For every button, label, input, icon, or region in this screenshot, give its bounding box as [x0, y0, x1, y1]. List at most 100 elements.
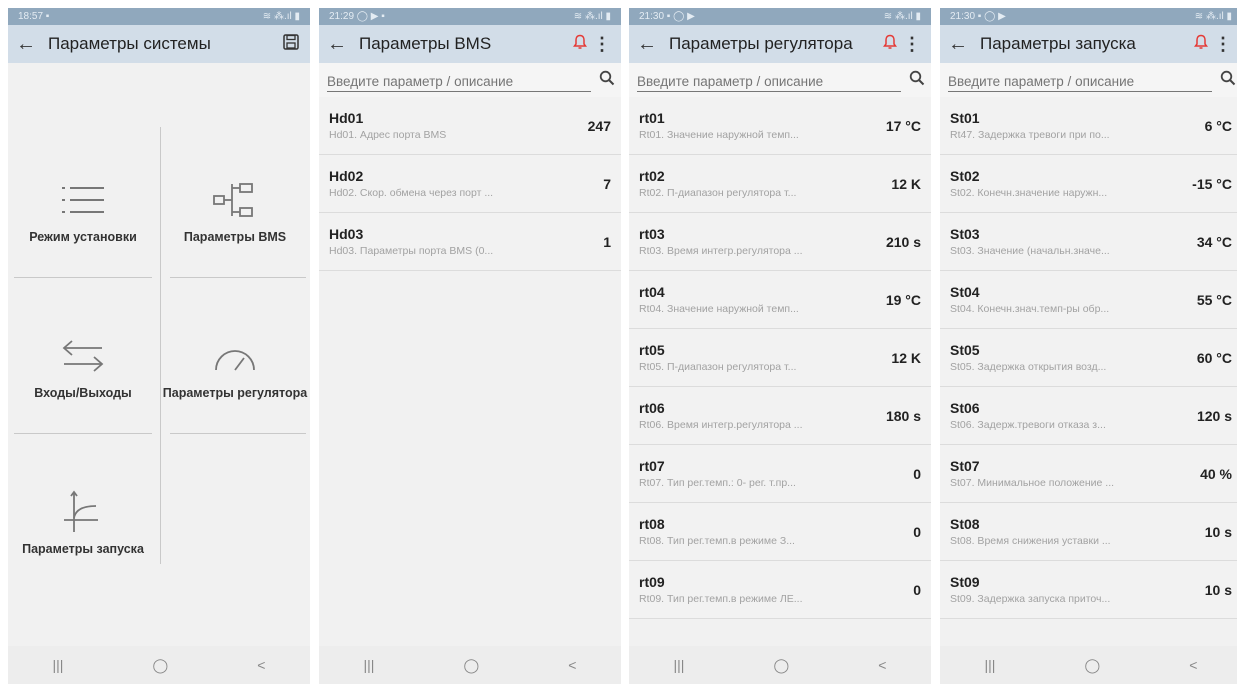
param-row[interactable]: St01 Rt47. Задержка тревоги при по... 6 °C: [940, 97, 1237, 155]
status-bar: 18:57 ▪ ≋ ⁂.ıl ▮: [8, 8, 310, 25]
more-options-icon[interactable]: ⋮: [1212, 34, 1234, 55]
param-row[interactable]: St02 St02. Конечн.значение наружн... -15 °…: [940, 155, 1237, 213]
param-row[interactable]: rt01 Rt01. Значение наружной темп... 17 °C: [629, 97, 931, 155]
recent-apps-icon[interactable]: |||: [674, 657, 685, 673]
arrows-icon: [8, 326, 158, 386]
param-description: St03. Значение (начальн.значе...: [950, 245, 1110, 257]
search-icon[interactable]: [1212, 70, 1236, 91]
back-arrow-icon[interactable]: ←: [637, 33, 663, 56]
home-icon[interactable]: ◯: [774, 657, 790, 674]
tile-label: Режим установки: [29, 230, 137, 244]
param-code: Hd02: [329, 168, 364, 184]
param-row[interactable]: rt06 Rt06. Время интегр.регулятора ... 180…: [629, 387, 931, 445]
param-description: Rt04. Значение наружной темп...: [639, 303, 799, 315]
param-text: rt03 Rt03. Время интегр.регулятора ...: [639, 226, 878, 257]
param-code: rt01: [639, 110, 665, 126]
param-row[interactable]: rt03 Rt03. Время интегр.регулятора ... 210…: [629, 213, 931, 271]
param-description: Rt47. Задержка тревоги при по...: [950, 129, 1110, 141]
back-arrow-icon[interactable]: ←: [327, 33, 353, 56]
bell-icon[interactable]: [879, 34, 901, 54]
param-value: 34 °C: [1196, 233, 1232, 250]
param-row[interactable]: St09 St09. Задержка запуска приточ... 10 s: [940, 561, 1237, 619]
status-icons: ≋ ⁂.ıl ▮: [573, 11, 611, 22]
param-row[interactable]: rt08 Rt08. Тип рег.темп.в режиме З... 0: [629, 503, 931, 561]
param-text: rt02 Rt02. П-диапазон регулятора т...: [639, 168, 883, 199]
param-row[interactable]: St03 St03. Значение (начальн.значе... 34 °…: [940, 213, 1237, 271]
nav-back-icon[interactable]: <: [878, 657, 886, 673]
param-row[interactable]: Hd02 Hd02. Скор. обмена через порт ... 7: [319, 155, 621, 213]
param-description: Hd03. Параметры порта BMS (0...: [329, 245, 494, 257]
param-value: 180 s: [885, 407, 921, 424]
param-code: St01: [950, 110, 980, 126]
tile-label: Параметры запуска: [22, 542, 144, 556]
param-row[interactable]: rt02 Rt02. П-диапазон регулятора т... 12 K: [629, 155, 931, 213]
param-description: Rt03. Время интегр.регулятора ...: [639, 245, 803, 257]
param-description: St04. Конечн.знач.темп-ры обр...: [950, 303, 1110, 315]
recent-apps-icon[interactable]: |||: [364, 657, 375, 673]
param-text: rt09 Rt09. Тип рег.темп.в режиме ЛЕ...: [639, 574, 905, 605]
tile-label: Входы/Выходы: [34, 386, 132, 400]
param-row[interactable]: Hd01 Hd01. Адрес порта BMS 247: [319, 97, 621, 155]
recent-apps-icon[interactable]: |||: [53, 657, 64, 673]
param-row[interactable]: rt07 Rt07. Тип рег.темп.: 0- рег. т.пр...…: [629, 445, 931, 503]
gauge-icon: [160, 326, 310, 386]
param-row[interactable]: Hd03 Hd03. Параметры порта BMS (0... 1: [319, 213, 621, 271]
list-icon: [8, 170, 158, 230]
nav-back-icon[interactable]: <: [568, 657, 576, 673]
param-description: Rt09. Тип рег.темп.в режиме ЛЕ...: [639, 593, 803, 605]
nav-back-icon[interactable]: <: [1189, 657, 1197, 673]
nav-back-icon[interactable]: <: [257, 657, 265, 673]
param-row[interactable]: St08 St08. Время снижения уставки ... 10 s: [940, 503, 1237, 561]
search-icon[interactable]: [901, 70, 925, 91]
bell-icon[interactable]: [1190, 34, 1212, 54]
search-bar: [940, 63, 1237, 97]
home-icon[interactable]: ◯: [1085, 657, 1101, 674]
param-value: 7: [603, 175, 611, 192]
search-input[interactable]: [948, 68, 1212, 92]
page-title: Параметры системы: [48, 34, 211, 53]
param-row[interactable]: St04 St04. Конечн.знач.темп-ры обр... 55 °…: [940, 271, 1237, 329]
param-text: St05 St05. Задержка открытия возд...: [950, 342, 1189, 373]
tile-inputs-outputs[interactable]: Входы/Выходы: [8, 326, 158, 400]
back-arrow-icon[interactable]: ←: [16, 33, 42, 56]
param-description: Rt01. Значение наружной темп...: [639, 129, 799, 141]
param-row[interactable]: St07 St07. Минимальное положение ... 40 %: [940, 445, 1237, 503]
search-icon[interactable]: [591, 70, 615, 91]
param-value: 1: [603, 233, 611, 250]
more-options-icon[interactable]: ⋮: [901, 34, 923, 55]
bell-icon[interactable]: [569, 34, 591, 54]
param-value: 10 s: [1204, 523, 1232, 540]
param-row[interactable]: St06 St06. Задерж.тревоги отказа з... 120 …: [940, 387, 1237, 445]
param-text: St01 Rt47. Задержка тревоги при по...: [950, 110, 1197, 141]
param-value: 12 K: [891, 349, 921, 366]
param-row[interactable]: rt04 Rt04. Значение наружной темп... 19 °C: [629, 271, 931, 329]
param-text: St03 St03. Значение (начальн.значе...: [950, 226, 1189, 257]
param-row[interactable]: rt09 Rt09. Тип рег.темп.в режиме ЛЕ... 0: [629, 561, 931, 619]
home-icon[interactable]: ◯: [464, 657, 480, 674]
param-row[interactable]: St05 St05. Задержка открытия возд... 60 °C: [940, 329, 1237, 387]
param-list: St01 Rt47. Задержка тревоги при по... 6 °C…: [940, 97, 1237, 619]
more-options-icon[interactable]: ⋮: [591, 34, 613, 55]
param-description: Rt05. П-диапазон регулятора т...: [639, 361, 797, 373]
param-row[interactable]: rt05 Rt05. П-диапазон регулятора т... 12 K: [629, 329, 931, 387]
back-arrow-icon[interactable]: ←: [948, 33, 974, 56]
tile-regulator-params[interactable]: Параметры регулятора: [160, 326, 310, 400]
page-title: Параметры BMS: [359, 34, 492, 53]
app-bar: ← Параметры системы: [8, 25, 310, 63]
search-input[interactable]: [327, 68, 591, 92]
tile-bms-params[interactable]: Параметры BMS: [160, 170, 310, 244]
home-icon[interactable]: ◯: [153, 657, 169, 674]
search-input[interactable]: [637, 68, 901, 92]
search-bar: [319, 63, 621, 97]
param-code: rt09: [639, 574, 665, 590]
param-code: rt03: [639, 226, 665, 242]
param-value: 247: [587, 117, 611, 134]
tile-startup-params[interactable]: Параметры запуска: [8, 482, 158, 556]
param-value: 0: [913, 523, 921, 540]
save-icon[interactable]: [280, 33, 302, 55]
param-text: St04 St04. Конечн.знач.темп-ры обр...: [950, 284, 1189, 315]
recent-apps-icon[interactable]: |||: [985, 657, 996, 673]
tile-install-mode[interactable]: Режим установки: [8, 170, 158, 244]
page-title: Параметры запуска: [980, 34, 1136, 53]
param-description: St05. Задержка открытия возд...: [950, 361, 1107, 373]
